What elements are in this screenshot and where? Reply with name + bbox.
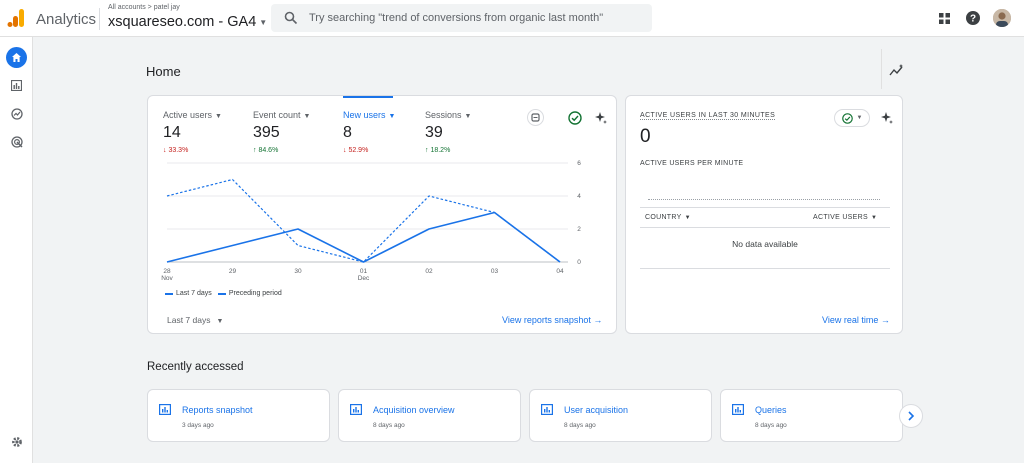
- realtime-subtitle: ACTIVE USERS PER MINUTE: [640, 160, 744, 167]
- report-icon: [350, 404, 362, 415]
- report-icon: [541, 404, 553, 415]
- view-reports-snapshot-link[interactable]: View reports snapshot →: [502, 315, 602, 325]
- home-icon: [12, 53, 21, 62]
- x-tick-label: 02: [425, 268, 433, 275]
- line-chart: 024628Nov29 30 01Dec02 03 04: [161, 160, 581, 282]
- recent-item-time: 8 days ago: [564, 422, 596, 429]
- divider: [640, 207, 890, 208]
- x-tick-label: 01: [360, 268, 368, 275]
- data-quality-button[interactable]: ▼: [834, 109, 870, 127]
- divider: [640, 227, 890, 228]
- view-real-time-link[interactable]: View real time →: [822, 315, 890, 325]
- y-tick-label: 6: [577, 160, 581, 167]
- analytics-logo-icon[interactable]: [7, 8, 25, 28]
- recent-item-time: 8 days ago: [373, 422, 405, 429]
- y-tick-label: 4: [577, 193, 581, 200]
- explore-icon: [10, 107, 23, 120]
- report-icon: [159, 404, 171, 415]
- svg-text:?: ?: [970, 14, 976, 25]
- no-data-message: No data available: [732, 239, 798, 249]
- search-icon: [284, 11, 298, 25]
- chevron-down-icon: ▼: [216, 318, 224, 325]
- active-users-column-header[interactable]: ACTIVE USERS ▼: [813, 214, 877, 221]
- overview-card: Active users ▼ 14 ↓ 33.3% Event count ▼ 39…: [147, 95, 617, 334]
- app-name: Analytics: [36, 11, 97, 28]
- divider: [640, 268, 890, 269]
- help-icon[interactable]: ?: [966, 11, 980, 25]
- chevron-down-icon: ▼: [870, 215, 878, 221]
- property-name: xsquareseo.com - GA4: [108, 14, 257, 30]
- legend-swatch-solid: [165, 292, 173, 295]
- recent-item-title: User acquisition: [564, 405, 629, 415]
- left-nav: [0, 37, 33, 463]
- breadcrumb[interactable]: All accounts > patel jay: [108, 4, 180, 11]
- date-range-dropdown[interactable]: Last 7 days ▼: [167, 315, 223, 325]
- recent-item-queries[interactable]: Queries 8 days ago: [720, 389, 903, 442]
- nav-home[interactable]: [6, 47, 27, 68]
- chevron-down-icon: ▼: [856, 115, 863, 121]
- date-range-label: Last 7 days: [167, 315, 211, 325]
- x-tick-sublabel: Nov: [161, 275, 173, 282]
- country-column-header[interactable]: COUNTRY ▼: [645, 214, 691, 221]
- y-tick-label: 0: [577, 259, 581, 266]
- chevron-down-icon: ▼: [684, 215, 691, 221]
- recent-item-time: 3 days ago: [182, 422, 214, 429]
- next-button[interactable]: [899, 404, 923, 428]
- nav-advertising[interactable]: [6, 131, 27, 152]
- minute-chart-baseline: [648, 199, 880, 200]
- realtime-card: ACTIVE USERS IN LAST 30 MINUTES 0 ACTIVE…: [625, 95, 903, 334]
- search-placeholder: Try searching "trend of conversions from…: [309, 12, 604, 24]
- nav-admin[interactable]: [6, 431, 27, 452]
- avatar[interactable]: [993, 9, 1011, 27]
- gear-icon: [11, 436, 22, 447]
- search-bar[interactable]: Try searching "trend of conversions from…: [271, 4, 652, 32]
- chart-legend: Last 7 days Preceding period: [165, 290, 282, 297]
- advertising-icon: [10, 135, 23, 148]
- recent-item-user-acquisition[interactable]: User acquisition 8 days ago: [529, 389, 712, 442]
- sparkle-icon: [880, 111, 893, 124]
- insights-icon[interactable]: [889, 63, 905, 77]
- realtime-title[interactable]: ACTIVE USERS IN LAST 30 MINUTES: [640, 112, 776, 120]
- recently-accessed-title: Recently accessed: [147, 361, 244, 373]
- apps-grid-icon[interactable]: [939, 13, 950, 24]
- recent-item-acquisition-overview[interactable]: Acquisition overview 8 days ago: [338, 389, 521, 442]
- x-tick-label: 04: [556, 268, 564, 275]
- divider: [99, 8, 100, 30]
- check-circle-icon: [841, 112, 853, 124]
- chevron-right-icon: [908, 411, 915, 421]
- reports-icon: [11, 80, 22, 91]
- recent-item-time: 8 days ago: [755, 422, 787, 429]
- property-selector[interactable]: xsquareseo.com - GA4 ▼: [108, 14, 267, 30]
- x-tick-label: 03: [491, 268, 499, 275]
- x-tick-label: 28: [163, 268, 171, 275]
- chevron-down-icon: ▼: [259, 17, 268, 27]
- legend-previous: Preceding period: [228, 290, 282, 297]
- recent-item-reports-snapshot[interactable]: Reports snapshot 3 days ago: [147, 389, 330, 442]
- y-tick-label: 2: [577, 226, 581, 233]
- divider: [881, 49, 882, 89]
- x-tick-label: 29: [229, 268, 237, 275]
- x-tick-label: 30: [294, 268, 302, 275]
- nav-explore[interactable]: [6, 103, 27, 124]
- series-line-preceding-period: [166, 178, 561, 263]
- insights-sparkle-button[interactable]: [878, 109, 895, 126]
- nav-reports[interactable]: [6, 75, 27, 96]
- page-title: Home: [146, 64, 181, 79]
- recent-item-title: Queries: [755, 405, 787, 415]
- legend-current: Last 7 days: [176, 290, 212, 297]
- realtime-value: 0: [640, 126, 651, 147]
- x-tick-sublabel: Dec: [358, 275, 370, 282]
- legend-swatch-dashed: [217, 292, 226, 295]
- report-icon: [732, 404, 744, 415]
- recent-item-title: Acquisition overview: [373, 405, 455, 415]
- recent-item-title: Reports snapshot: [182, 405, 253, 415]
- top-bar: Analytics All accounts > patel jay xsqua…: [0, 0, 1024, 37]
- series-line-last-7-days: [166, 211, 561, 263]
